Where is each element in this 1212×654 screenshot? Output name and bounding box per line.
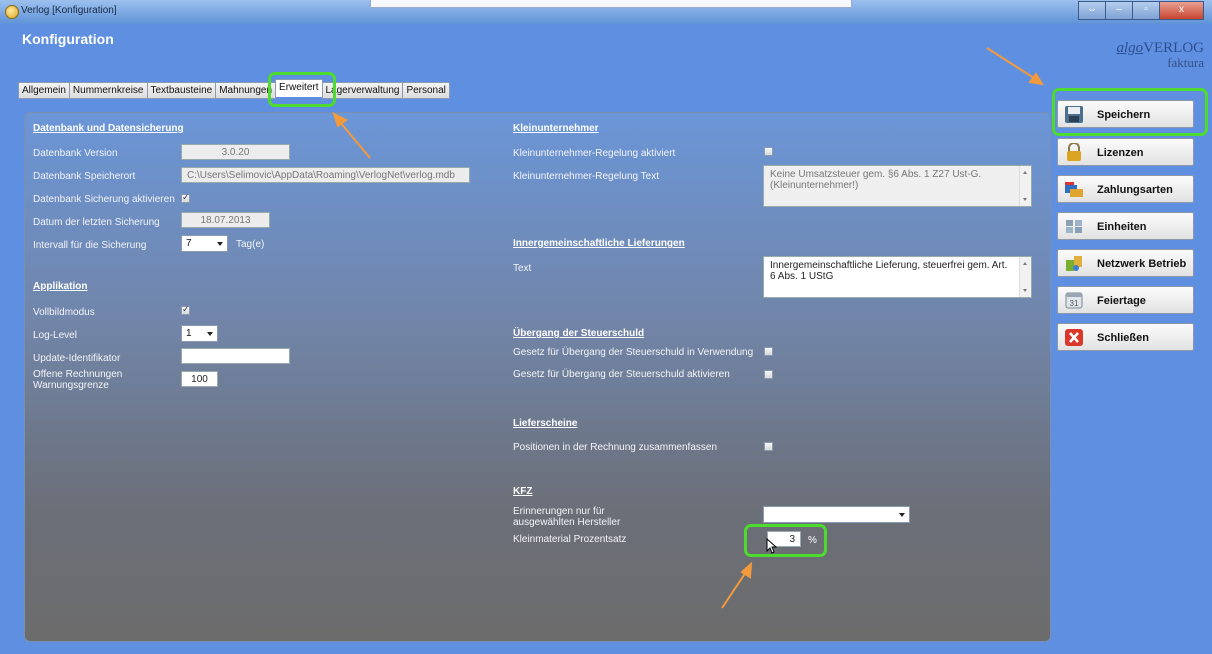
- units-icon: [1066, 220, 1082, 233]
- payment-types-button[interactable]: Zahlungsarten: [1057, 175, 1194, 203]
- interval-value: 7: [186, 238, 192, 249]
- tab-bar: Allgemein Nummernkreise Textbausteine Ma…: [18, 79, 450, 99]
- close-label: Schließen: [1097, 332, 1149, 344]
- section-delivery-notes: Lieferscheine: [513, 418, 578, 429]
- last-backup-label: Datum der letzten Sicherung: [33, 217, 160, 228]
- update-id-input[interactable]: [181, 348, 290, 364]
- close-button[interactable]: Schließen: [1057, 323, 1194, 351]
- section-kfz: KFZ: [513, 486, 533, 497]
- eu-text-label: Text: [513, 263, 532, 274]
- tab-allgemein[interactable]: Allgemein: [18, 82, 70, 99]
- section-database: Datenbank und Datensicherung: [33, 123, 184, 134]
- highlight-smallmat-field: [744, 524, 827, 557]
- units-label: Einheiten: [1097, 221, 1147, 233]
- close-window-button[interactable]: x: [1159, 1, 1204, 20]
- interval-label: Intervall für die Sicherung: [33, 240, 147, 251]
- units-button[interactable]: Einheiten: [1057, 212, 1194, 240]
- tax-enable-checkbox[interactable]: [764, 370, 773, 379]
- delivery-merge-checkbox[interactable]: [764, 442, 773, 451]
- logo-name: VERLOG: [1143, 40, 1204, 56]
- textarea-scrollbar[interactable]: [1019, 166, 1031, 206]
- section-eu-deliveries: Innergemeinschaftliche Lieferungen: [513, 238, 685, 249]
- small-enable-checkbox[interactable]: [764, 147, 773, 156]
- interval-unit: Tag(e): [236, 239, 265, 250]
- tab-nummernkreise[interactable]: Nummernkreise: [68, 82, 148, 99]
- chevron-down-icon: [207, 332, 213, 336]
- backup-enable-checkbox[interactable]: [181, 192, 190, 203]
- tab-mahnungen[interactable]: Mahnungen: [215, 82, 277, 99]
- licenses-button[interactable]: Lizenzen: [1057, 138, 1194, 166]
- fullscreen-label: Vollbildmodus: [33, 307, 95, 318]
- textarea-scrollbar[interactable]: [1019, 257, 1031, 297]
- lock-icon: [1067, 143, 1081, 161]
- reminders-label: Erinnerungen nur für ausgewählten Herstel…: [513, 506, 621, 528]
- backup-enable-label: Datenbank Sicherung aktivieren: [33, 194, 175, 205]
- holidays-button[interactable]: 31 Feiertage: [1057, 286, 1194, 314]
- chevron-down-icon: [899, 513, 905, 517]
- small-text-area[interactable]: Keine Umsatzsteuer gem. §6 Abs. 1 Z27 Us…: [763, 165, 1032, 207]
- tax-use-label: Gesetz für Übergang der Steuerschuld in …: [513, 347, 754, 358]
- maximize-button[interactable]: ▫: [1132, 1, 1160, 20]
- logo: algoVERLOG faktura: [1096, 40, 1205, 71]
- smallmat-label: Kleinmaterial Prozentsatz: [513, 534, 627, 545]
- arrow-to-save: [986, 47, 1035, 79]
- close-icon: [1065, 329, 1083, 346]
- licenses-label: Lizenzen: [1097, 147, 1144, 159]
- update-id-label: Update-Identifikator: [33, 353, 121, 364]
- db-path-label: Datenbank Speicherort: [33, 171, 136, 182]
- highlight-save-button: [1052, 88, 1208, 136]
- manufacturer-select[interactable]: [763, 506, 910, 523]
- arrow-head: [1028, 72, 1044, 86]
- logo-brand: algo: [1116, 40, 1144, 56]
- small-text-label: Kleinunternehmer-Regelung Text: [513, 171, 660, 182]
- holidays-label: Feiertage: [1097, 295, 1146, 307]
- settings-panel: Datenbank und Datensicherung Datenbank V…: [24, 112, 1051, 642]
- network-mode-label: Netzwerk Betrieb: [1097, 258, 1187, 270]
- delivery-merge-label: Positionen in der Rechnung zusammenfasse…: [513, 442, 718, 453]
- db-path-field: C:\Users\Selimovic\AppData\Roaming\Verlo…: [181, 167, 470, 183]
- open-invoices-input[interactable]: 100: [181, 371, 218, 387]
- logo-sub: faktura: [1167, 55, 1204, 70]
- app-icon: [5, 5, 19, 19]
- window-titlebar: Verlog [Konfiguration] ⇔ – ▫ x: [0, 0, 1212, 24]
- calendar-icon: 31: [1065, 292, 1083, 309]
- interval-select[interactable]: 7: [181, 235, 228, 252]
- db-version-label: Datenbank Version: [33, 148, 118, 159]
- highlight-erweitert-tab: [268, 72, 336, 107]
- minimize-button[interactable]: –: [1105, 1, 1133, 20]
- fullscreen-checkbox[interactable]: [181, 304, 190, 315]
- payment-cards-icon: [1065, 182, 1083, 197]
- last-backup-field: 18.07.2013: [181, 212, 270, 228]
- loglevel-label: Log-Level: [33, 330, 77, 341]
- titlebar-search-bar: [370, 0, 852, 8]
- tab-personal[interactable]: Personal: [402, 82, 450, 99]
- eu-text-area[interactable]: Innergemeinschaftliche Lieferung, steuer…: [763, 256, 1032, 298]
- section-application: Applikation: [33, 281, 88, 292]
- db-version-field: 3.0.20: [181, 144, 290, 160]
- window-controls: ⇔ – ▫ x: [1078, 1, 1204, 20]
- mouse-cursor-icon: [766, 538, 778, 554]
- network-icon: [1066, 256, 1082, 271]
- chevron-down-icon: [217, 242, 223, 246]
- section-small-business: Kleinunternehmer: [513, 123, 599, 134]
- restore-size-button[interactable]: ⇔: [1078, 1, 1106, 20]
- payment-types-label: Zahlungsarten: [1097, 184, 1173, 196]
- open-invoices-label: Offene Rechnungen Warnungsgrenze: [33, 369, 123, 391]
- section-tax-liability: Übergang der Steuerschuld: [513, 328, 645, 339]
- loglevel-select[interactable]: 1: [181, 325, 218, 342]
- page-title: Konfiguration: [22, 31, 114, 47]
- small-enable-label: Kleinunternehmer-Regelung aktiviert: [513, 148, 676, 159]
- network-mode-button[interactable]: Netzwerk Betrieb: [1057, 249, 1194, 277]
- svg-text:31: 31: [1070, 299, 1079, 308]
- window-title: Verlog [Konfiguration]: [21, 5, 117, 16]
- tax-use-checkbox[interactable]: [764, 347, 773, 356]
- tax-enable-label: Gesetz für Übergang der Steuerschuld akt…: [513, 369, 730, 380]
- tab-textbausteine[interactable]: Textbausteine: [146, 82, 217, 99]
- loglevel-value: 1: [186, 328, 192, 339]
